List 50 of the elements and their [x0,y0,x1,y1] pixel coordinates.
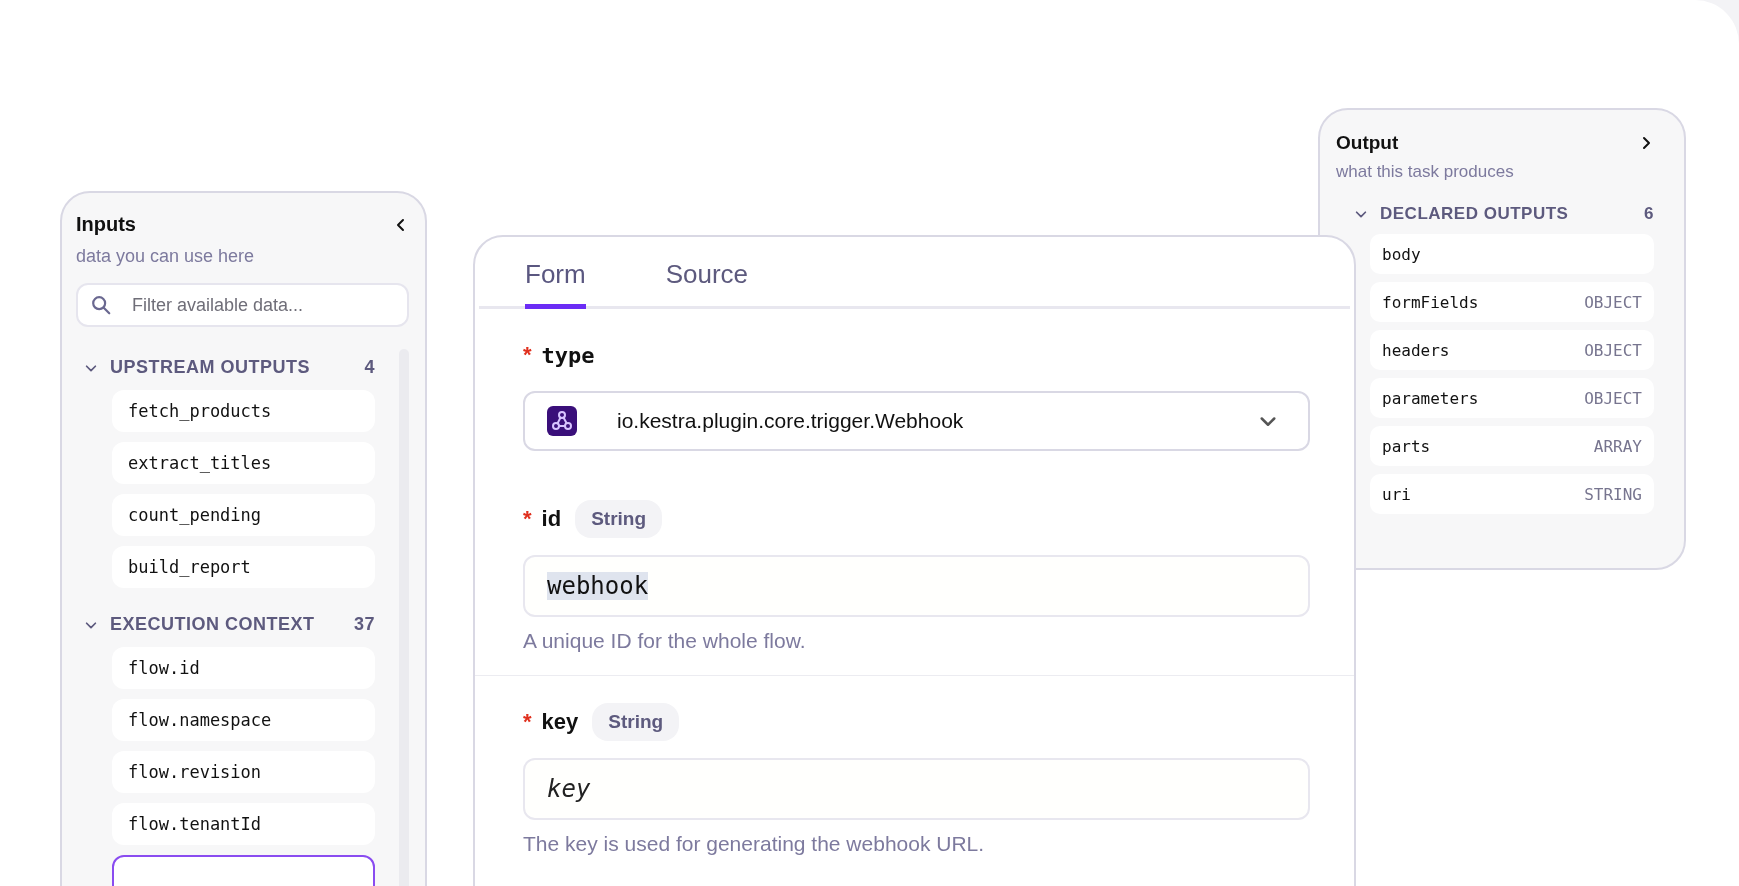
panel-title: Inputs [76,213,136,236]
output-name: formFields [1382,292,1479,312]
type-badge: String [575,500,662,538]
output-item[interactable]: formFields OBJECT [1370,282,1654,322]
help-text: A unique ID for the whole flow. [523,629,807,653]
required-mark: * [523,709,532,735]
output-type: ARRAY [1593,436,1642,456]
section-header[interactable]: EXECUTION CONTEXT 37 [76,602,399,647]
output-type: STRING [1584,484,1642,504]
output-item[interactable]: body [1370,234,1654,274]
output-type: OBJECT [1584,292,1642,312]
data-item[interactable]: flow.revision [112,751,375,793]
input-field[interactable]: key [523,758,1310,820]
panel-title: Output [1336,132,1399,154]
data-item[interactable]: flow.namespace [112,699,375,741]
section-header[interactable]: DECLARED OUTPUTS 6 [1336,182,1654,234]
plugin-logo-icon [547,406,577,436]
type-select[interactable]: io.kestra.plugin.core.trigger.Webhook [523,391,1310,451]
output-name: parameters [1382,388,1479,408]
data-item[interactable]: flow.id [112,647,375,689]
output-name: uri [1382,484,1411,504]
output-item[interactable]: headers OBJECT [1370,330,1654,370]
field-label: type [541,342,595,368]
required-mark: * [523,342,532,368]
help-text: The key is used for generating the webhook URL. [523,832,986,856]
search-field[interactable]: Filter available data... [76,283,409,327]
tab[interactable]: Form [525,237,586,309]
output-type: OBJECT [1584,388,1642,408]
data-item[interactable]: extract_titles [112,442,375,484]
data-item[interactable]: fetch_products [112,390,375,432]
output-name: parts [1382,436,1431,456]
data-item[interactable]: count_pending [112,494,375,536]
section-header[interactable]: UPSTREAM OUTPUTS 4 [76,345,399,390]
input-field[interactable]: webhook [523,555,1310,617]
field-label: id [541,506,562,532]
data-item[interactable]: flow.tenantId [112,803,375,845]
panel-subtitle: what this task produces [1336,162,1515,182]
data-item[interactable]: build_report [112,546,375,588]
field-label: key [541,709,579,735]
output-name: headers [1382,340,1450,360]
output-item[interactable]: parts ARRAY [1370,426,1654,466]
output-item[interactable]: parameters OBJECT [1370,378,1654,418]
type-badge: String [592,703,680,741]
panel-subtitle: data you can use here [76,246,256,267]
required-mark: * [523,506,532,532]
output-name: body [1382,244,1421,264]
data-item[interactable] [112,855,375,886]
output-type: OBJECT [1584,340,1642,360]
output-item[interactable]: uri STRING [1370,474,1654,514]
tab[interactable]: Source [665,237,749,309]
